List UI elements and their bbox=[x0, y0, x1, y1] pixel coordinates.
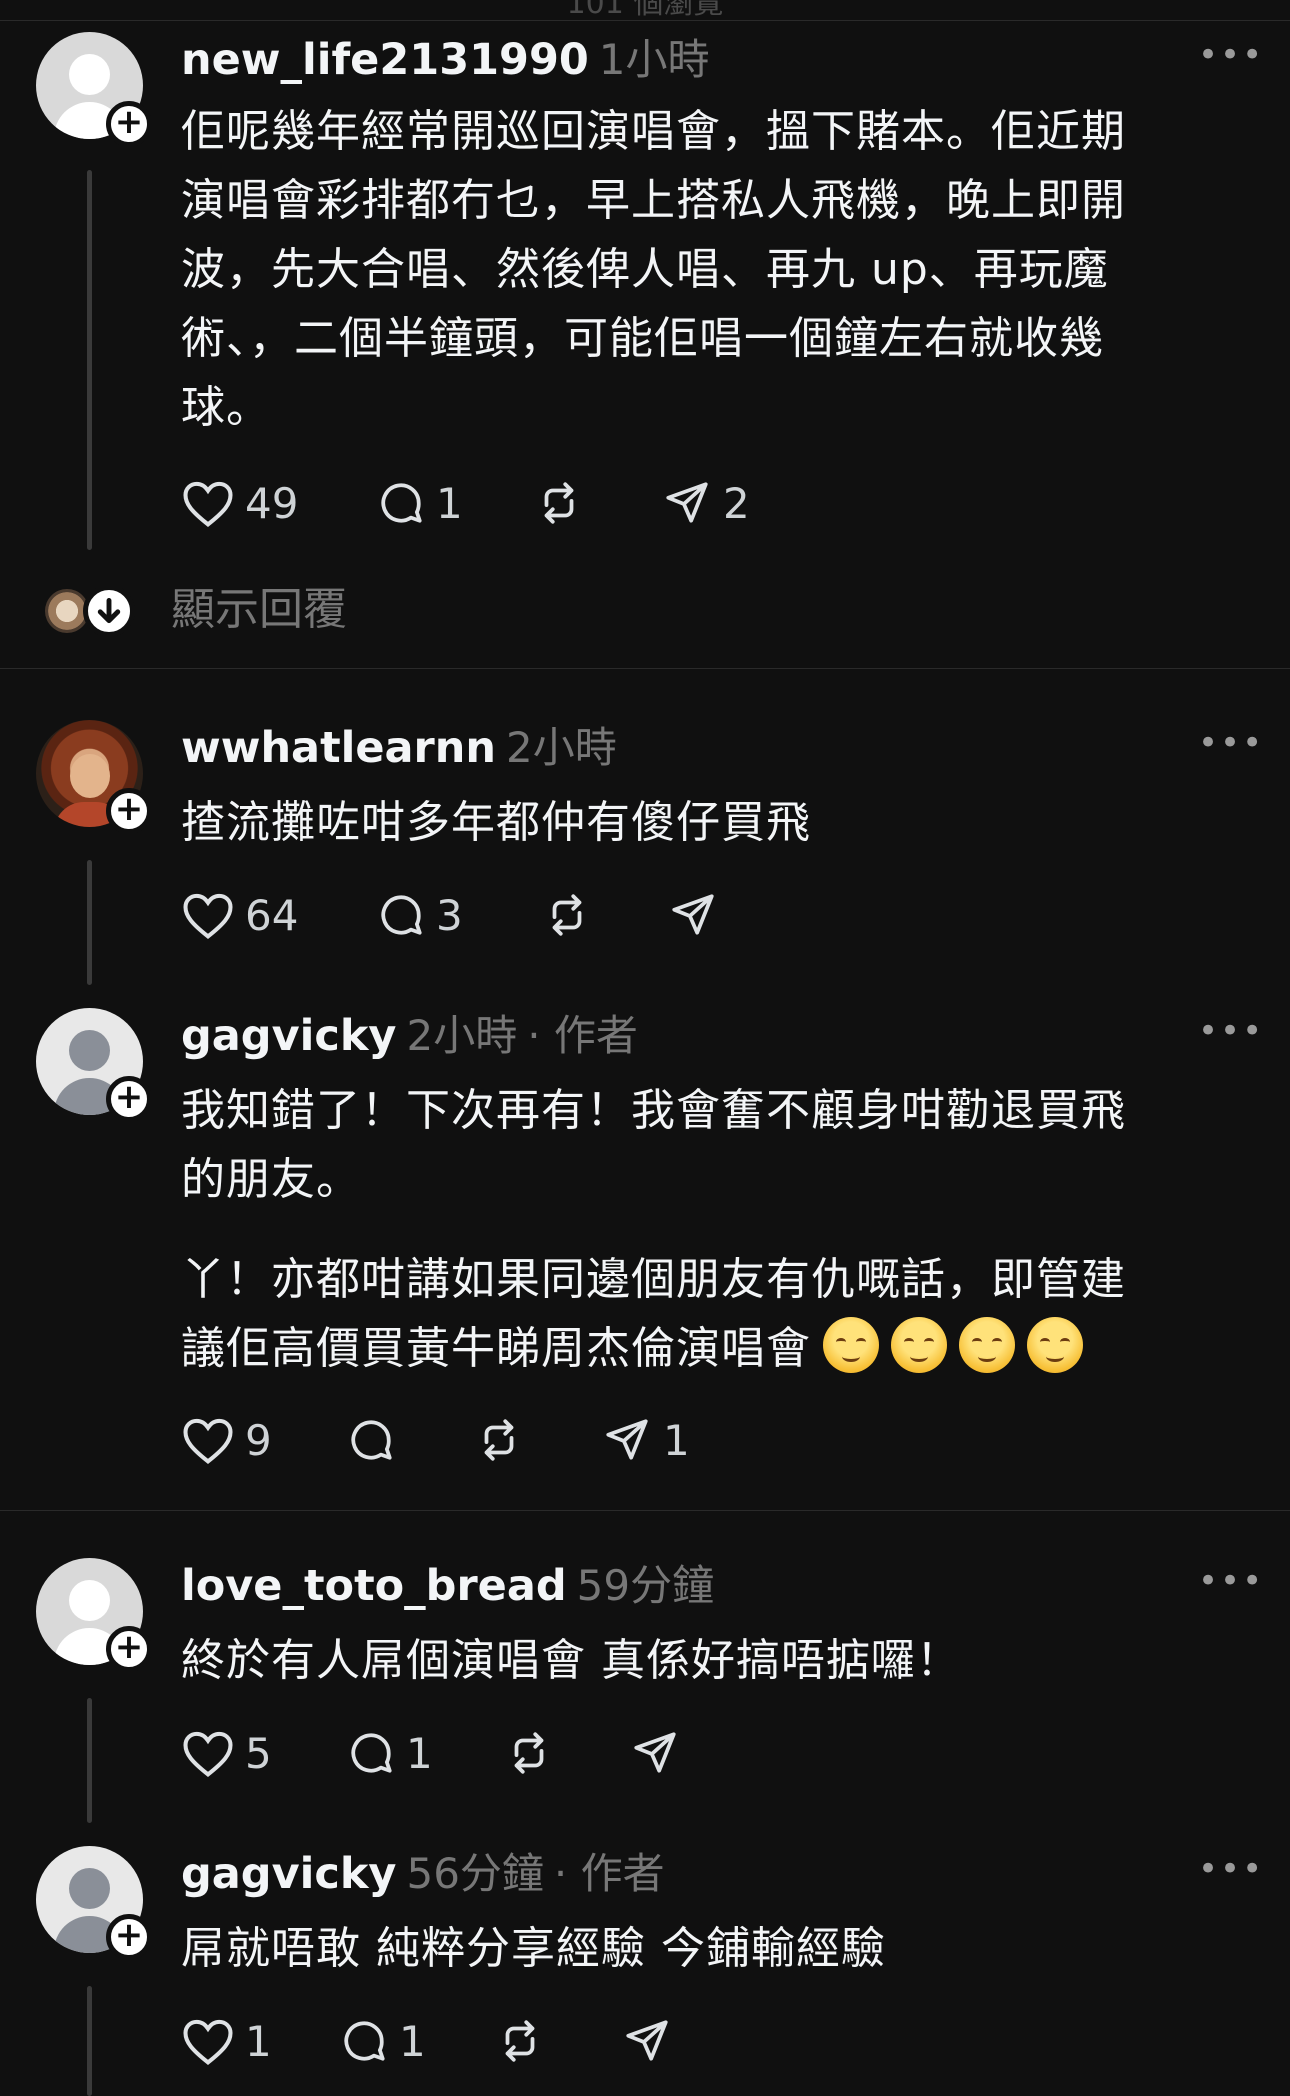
reply-button[interactable]: 1 bbox=[346, 1723, 433, 1783]
share-button[interactable]: 2 bbox=[661, 473, 750, 533]
more-options-icon[interactable]: ••• bbox=[1198, 1014, 1262, 1048]
follow-plus-icon[interactable]: + bbox=[106, 788, 152, 834]
like-count: 1 bbox=[245, 2016, 272, 2066]
thread-line bbox=[87, 1698, 92, 1823]
like-button[interactable]: 49 bbox=[181, 473, 298, 533]
comment-icon bbox=[381, 483, 422, 523]
like-button[interactable]: 9 bbox=[181, 1410, 272, 1470]
post-text-second-paragraph: 丫！亦都咁講如果同邊個朋友有仇嘅話，即管建 議佢高價買黃牛睇周杰倫演唱會 bbox=[181, 1254, 1126, 1374]
post-text: 屌就唔敢 純粹分享經驗 今鋪輸經驗 bbox=[181, 1923, 886, 1974]
repost-button[interactable] bbox=[533, 473, 585, 533]
like-button[interactable]: 64 bbox=[181, 885, 298, 945]
more-options-icon[interactable]: ••• bbox=[1198, 726, 1262, 760]
like-count: 5 bbox=[245, 1728, 272, 1778]
repost-button[interactable] bbox=[541, 885, 593, 945]
post-header: gagvicky 2小時 · 作者 bbox=[181, 1002, 638, 1062]
timestamp: 1小時 bbox=[598, 35, 710, 84]
thread-line bbox=[87, 1986, 92, 2096]
reply-count: 1 bbox=[406, 1728, 433, 1778]
more-options-icon[interactable]: ••• bbox=[1198, 1564, 1262, 1598]
repost-button[interactable] bbox=[494, 2011, 546, 2071]
more-options-icon[interactable]: ••• bbox=[1198, 38, 1262, 72]
username[interactable]: love_toto_bread bbox=[181, 1561, 567, 1611]
heart-icon bbox=[183, 1731, 233, 1777]
reply-count: 1 bbox=[436, 478, 463, 528]
repost-icon bbox=[484, 1419, 514, 1461]
like-count: 64 bbox=[245, 890, 299, 940]
more-options-icon[interactable]: ••• bbox=[1198, 1852, 1262, 1886]
share-button[interactable]: 1 bbox=[601, 1410, 690, 1470]
relieved-face-emoji bbox=[1027, 1317, 1083, 1373]
follow-plus-icon[interactable]: + bbox=[106, 101, 152, 147]
reply-button[interactable]: 3 bbox=[376, 885, 463, 945]
post-header: new_life2131990 1小時 bbox=[181, 26, 710, 86]
reply-count: 3 bbox=[436, 890, 463, 940]
follow-plus-icon[interactable]: + bbox=[106, 1626, 152, 1672]
author-badge: · 作者 bbox=[527, 1011, 638, 1060]
repost-button[interactable] bbox=[473, 1410, 525, 1470]
show-replies-label: 顯示回覆 bbox=[171, 584, 347, 635]
divider bbox=[0, 668, 1290, 669]
timestamp: 2小時 bbox=[505, 723, 617, 772]
share-button[interactable] bbox=[629, 1723, 681, 1783]
send-icon bbox=[626, 2020, 668, 2061]
author-badge: · 作者 bbox=[553, 1849, 665, 1898]
send-icon bbox=[634, 1732, 676, 1773]
thread-line bbox=[87, 170, 92, 550]
repost-icon bbox=[505, 2020, 535, 2062]
top-view-count: 101 個瀏覽 bbox=[0, 0, 1290, 21]
timestamp: 59分鐘 bbox=[576, 1561, 715, 1610]
follow-plus-icon[interactable]: + bbox=[106, 1914, 152, 1960]
send-icon bbox=[606, 1419, 648, 1460]
like-count: 9 bbox=[245, 1415, 272, 1465]
repost-button[interactable] bbox=[503, 1723, 555, 1783]
post-text: 終於有人屌個演唱會 真係好搞唔掂囉！ bbox=[181, 1635, 961, 1686]
heart-icon bbox=[183, 2019, 233, 2065]
divider bbox=[0, 1510, 1290, 1511]
reply-button[interactable] bbox=[346, 1410, 396, 1470]
share-count: 1 bbox=[663, 1415, 690, 1465]
comment-icon bbox=[351, 1420, 392, 1460]
timestamp: 56分鐘 bbox=[406, 1849, 544, 1898]
heart-icon bbox=[183, 1418, 233, 1464]
reply-count: 1 bbox=[399, 2016, 426, 2066]
relieved-face-emoji bbox=[959, 1317, 1015, 1373]
post-text: 揸流攤咗咁多年都仲有傻仔買飛 bbox=[181, 797, 811, 848]
post-text: 我知錯了！下次再有！我會奮不顧身咁勸退買飛 的朋友。 bbox=[181, 1085, 1126, 1205]
share-count: 2 bbox=[723, 478, 750, 528]
thread-line bbox=[87, 860, 92, 985]
like-button[interactable]: 5 bbox=[181, 1723, 272, 1783]
post-text: 佢呢幾年經常開巡回演唱會，搵下賭本。佢近期 演唱會彩排都冇乜，早上搭私人飛機，晚… bbox=[181, 106, 1126, 433]
repost-icon bbox=[514, 1732, 544, 1774]
username[interactable]: wwhatlearnn bbox=[181, 723, 496, 773]
send-icon bbox=[672, 894, 714, 935]
like-button[interactable]: 1 bbox=[181, 2011, 272, 2071]
post-header: wwhatlearnn 2小時 bbox=[181, 714, 617, 774]
post-header: love_toto_bread 59分鐘 bbox=[181, 1552, 714, 1612]
reply-button[interactable]: 1 bbox=[376, 473, 463, 533]
username[interactable]: gagvicky bbox=[181, 1849, 396, 1899]
relieved-face-emoji bbox=[823, 1317, 879, 1373]
comment-icon bbox=[381, 895, 422, 935]
relieved-face-emoji bbox=[891, 1317, 947, 1373]
repost-icon bbox=[552, 894, 582, 936]
username[interactable]: new_life2131990 bbox=[181, 35, 589, 85]
follow-plus-icon[interactable]: + bbox=[106, 1076, 152, 1122]
heart-icon bbox=[183, 481, 233, 527]
arrow-down-icon bbox=[83, 585, 135, 637]
like-count: 49 bbox=[245, 478, 299, 528]
comment-icon bbox=[351, 1733, 392, 1773]
timestamp: 2小時 bbox=[406, 1011, 518, 1060]
send-icon bbox=[666, 482, 708, 523]
repost-icon bbox=[544, 482, 574, 524]
username[interactable]: gagvicky bbox=[181, 1011, 396, 1061]
comment-icon bbox=[344, 2021, 385, 2061]
heart-icon bbox=[183, 893, 233, 939]
share-button[interactable] bbox=[667, 885, 719, 945]
reply-button[interactable]: 1 bbox=[339, 2011, 426, 2071]
share-button[interactable] bbox=[621, 2011, 673, 2071]
post-header: gagvicky 56分鐘 · 作者 bbox=[181, 1840, 665, 1900]
